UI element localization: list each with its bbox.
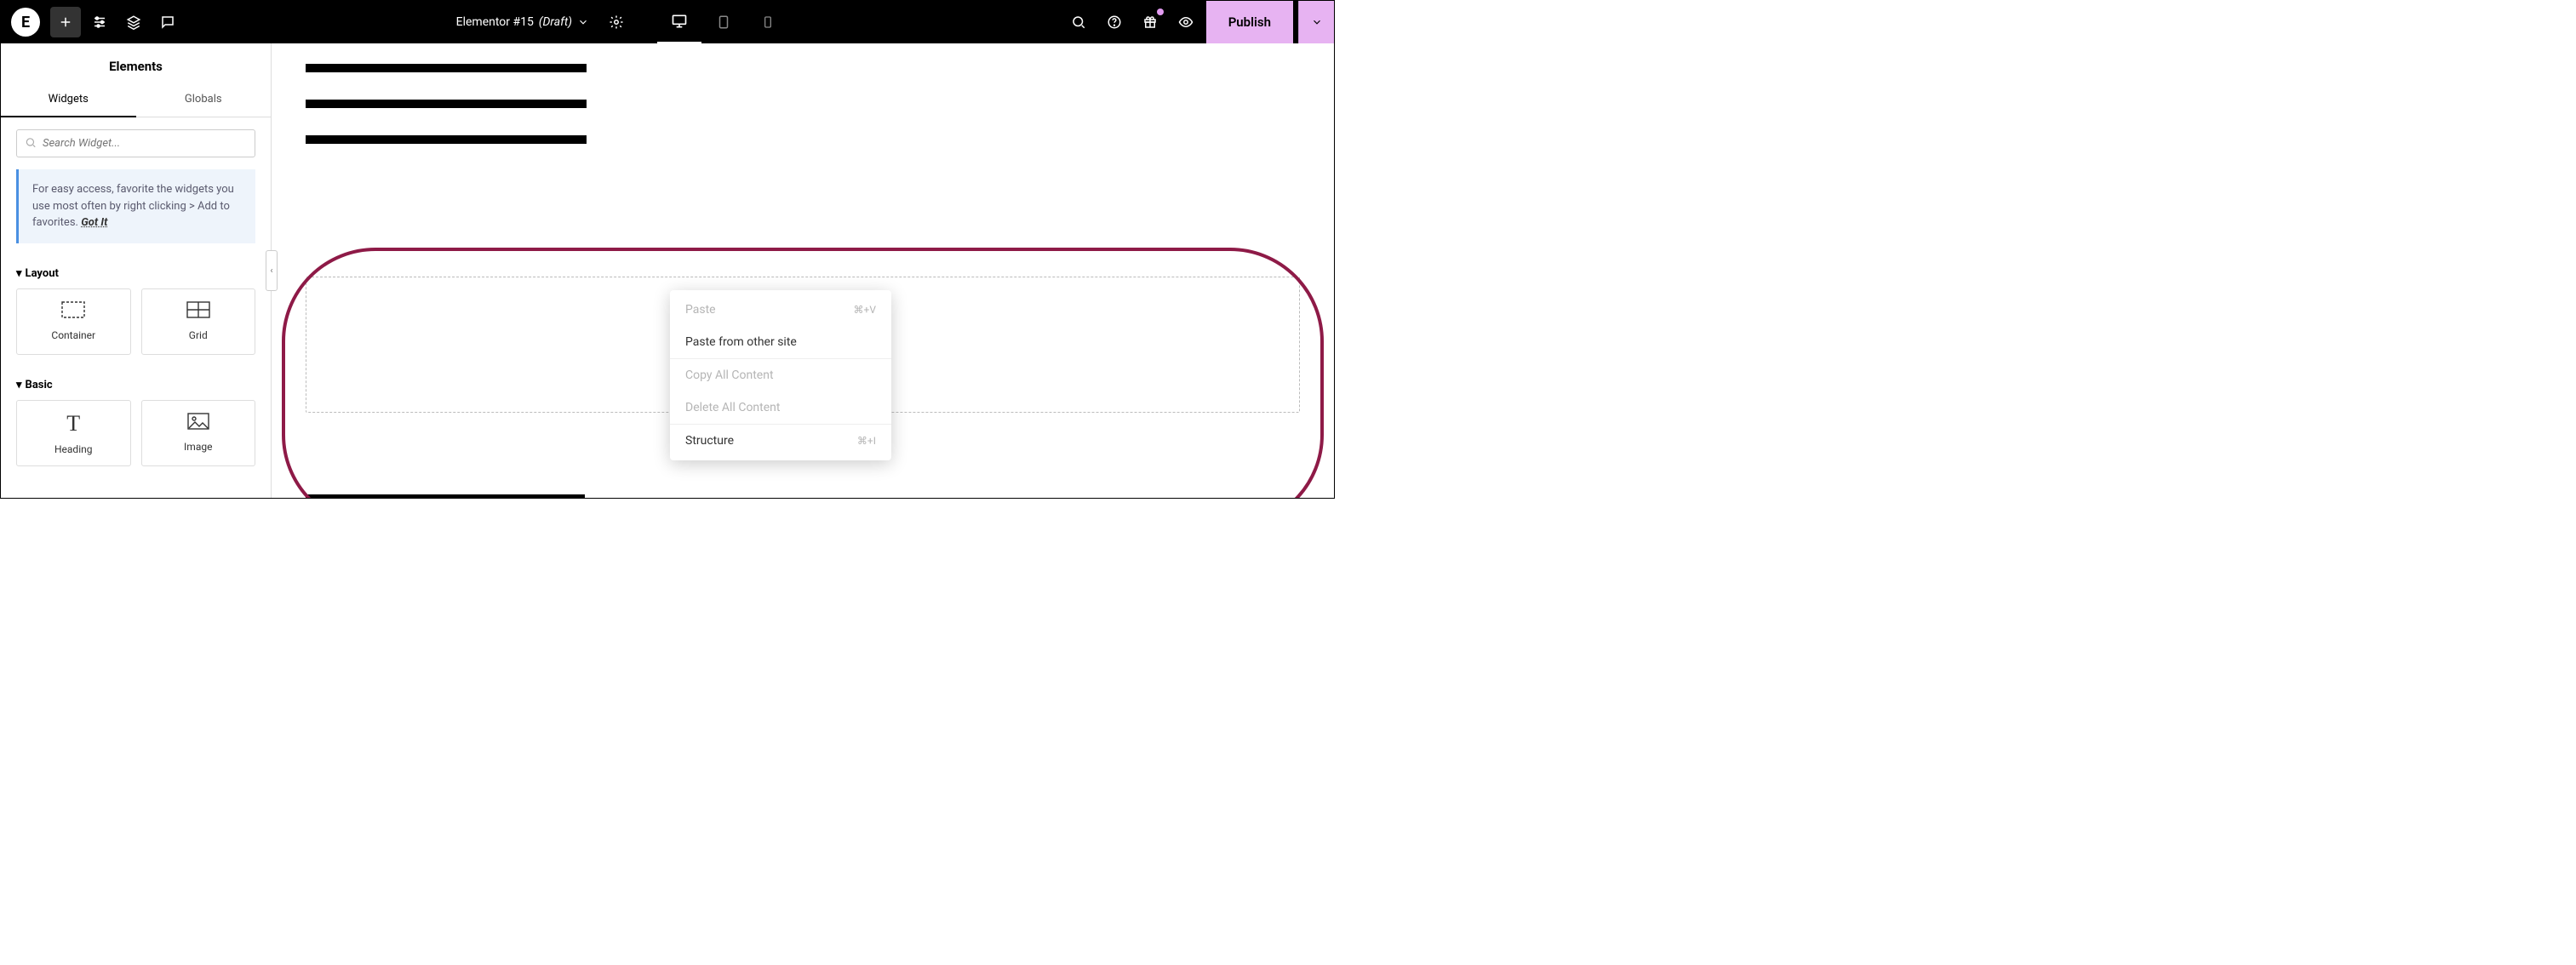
grid-icon [186,301,210,323]
sliders-icon [92,14,107,30]
search-wrap [1,117,271,169]
ctx-paste-from-other-site[interactable]: Paste from other site [670,326,891,358]
whats-new-button[interactable] [1135,7,1165,37]
caret-down-icon: ▾ [16,379,22,391]
placeholder-bar [306,64,587,72]
document-name: Elementor #15 [456,15,534,29]
site-settings-button[interactable] [84,7,115,37]
panel-title: Elements [1,43,271,83]
search-input[interactable] [16,129,255,157]
ctx-copy-all: Copy All Content [670,359,891,391]
ctx-structure[interactable]: Structure ⌘+I [670,425,891,457]
tab-widgets[interactable]: Widgets [1,83,136,117]
widget-image[interactable]: Image [141,400,256,466]
editor-canvas[interactable]: Paste ⌘+V Paste from other site Copy All… [272,43,1334,498]
context-menu: Paste ⌘+V Paste from other site Copy All… [670,290,891,460]
widget-label: Heading [54,443,93,455]
topbar-right: Publish [1063,1,1334,43]
tip-gotit-button[interactable]: Got It [81,216,107,229]
placeholder-bar [306,494,585,498]
mobile-view-button[interactable] [746,1,790,43]
responsive-group [657,1,790,43]
eye-icon [1178,14,1194,30]
ctx-label: Structure [685,434,734,448]
add-element-button[interactable] [50,7,81,37]
widget-container[interactable]: Container [16,288,131,355]
widget-label: Container [51,329,95,341]
publish-button[interactable]: Publish [1206,1,1293,43]
widget-grid[interactable]: Grid [141,288,256,355]
search-icon [25,135,37,151]
panel-tabs: Widgets Globals [1,83,271,117]
heading-icon: T [66,411,80,437]
finder-button[interactable] [1063,7,1094,37]
top-bar: E Elementor #15 (Draft) [1,1,1334,43]
elementor-logo[interactable]: E [11,8,40,37]
gear-icon [609,14,624,30]
layers-icon [126,14,141,30]
caret-down-icon: ▾ [16,267,22,280]
section-layout-label: Layout [26,267,59,280]
layout-widgets: Container Grid [1,288,271,370]
tip-text: For easy access, favorite the widgets yo… [32,183,234,229]
topbar-center: Elementor #15 (Draft) [183,1,1063,43]
publish-options-button[interactable] [1298,1,1334,43]
publish-label: Publish [1228,14,1271,30]
widget-heading[interactable]: T Heading [16,400,131,466]
document-status: (Draft) [539,15,572,29]
notes-button[interactable] [152,7,183,37]
section-layout-header[interactable]: ▾ Layout [1,259,271,288]
comment-icon [160,14,175,30]
structure-button[interactable] [118,7,149,37]
placeholder-bar [306,135,587,144]
ctx-shortcut: ⌘+V [854,304,876,316]
ctx-label: Paste from other site [685,335,797,349]
chevron-down-icon [577,16,589,28]
image-icon [187,413,209,434]
tab-globals[interactable]: Globals [136,83,272,117]
chevron-down-icon [1311,16,1323,28]
elements-panel: Elements Widgets Globals For easy access… [1,43,272,498]
help-icon [1107,14,1122,30]
placeholder-bar [306,100,587,108]
widget-label: Grid [189,329,208,341]
basic-widgets: T Heading Image [1,400,271,482]
search-icon [1071,14,1086,30]
ctx-paste: Paste ⌘+V [670,294,891,326]
container-icon [61,301,85,323]
section-basic-header[interactable]: ▾ Basic [1,370,271,400]
plus-icon [58,14,73,30]
document-title[interactable]: Elementor #15 (Draft) [456,15,589,29]
section-basic-label: Basic [26,379,53,391]
mobile-icon [761,15,775,29]
desktop-icon [671,13,688,30]
ctx-delete-all: Delete All Content [670,391,891,424]
placeholder-content [306,64,1300,144]
topbar-left: E [1,7,183,37]
ctx-label: Paste [685,303,716,317]
tablet-view-button[interactable] [701,1,746,43]
ctx-label: Delete All Content [685,401,780,414]
desktop-view-button[interactable] [657,1,701,43]
ctx-shortcut: ⌘+I [857,435,876,447]
favorites-tip: For easy access, favorite the widgets yo… [16,169,255,243]
panel-collapse-handle[interactable]: ‹ [266,250,278,291]
preview-button[interactable] [1171,7,1201,37]
notification-dot [1157,9,1164,15]
page-settings-button[interactable] [601,7,632,37]
main-area: Elements Widgets Globals For easy access… [1,43,1334,498]
ctx-label: Copy All Content [685,368,774,382]
widget-label: Image [184,441,212,453]
gift-icon [1142,14,1158,30]
help-button[interactable] [1099,7,1130,37]
tablet-icon [716,14,731,30]
